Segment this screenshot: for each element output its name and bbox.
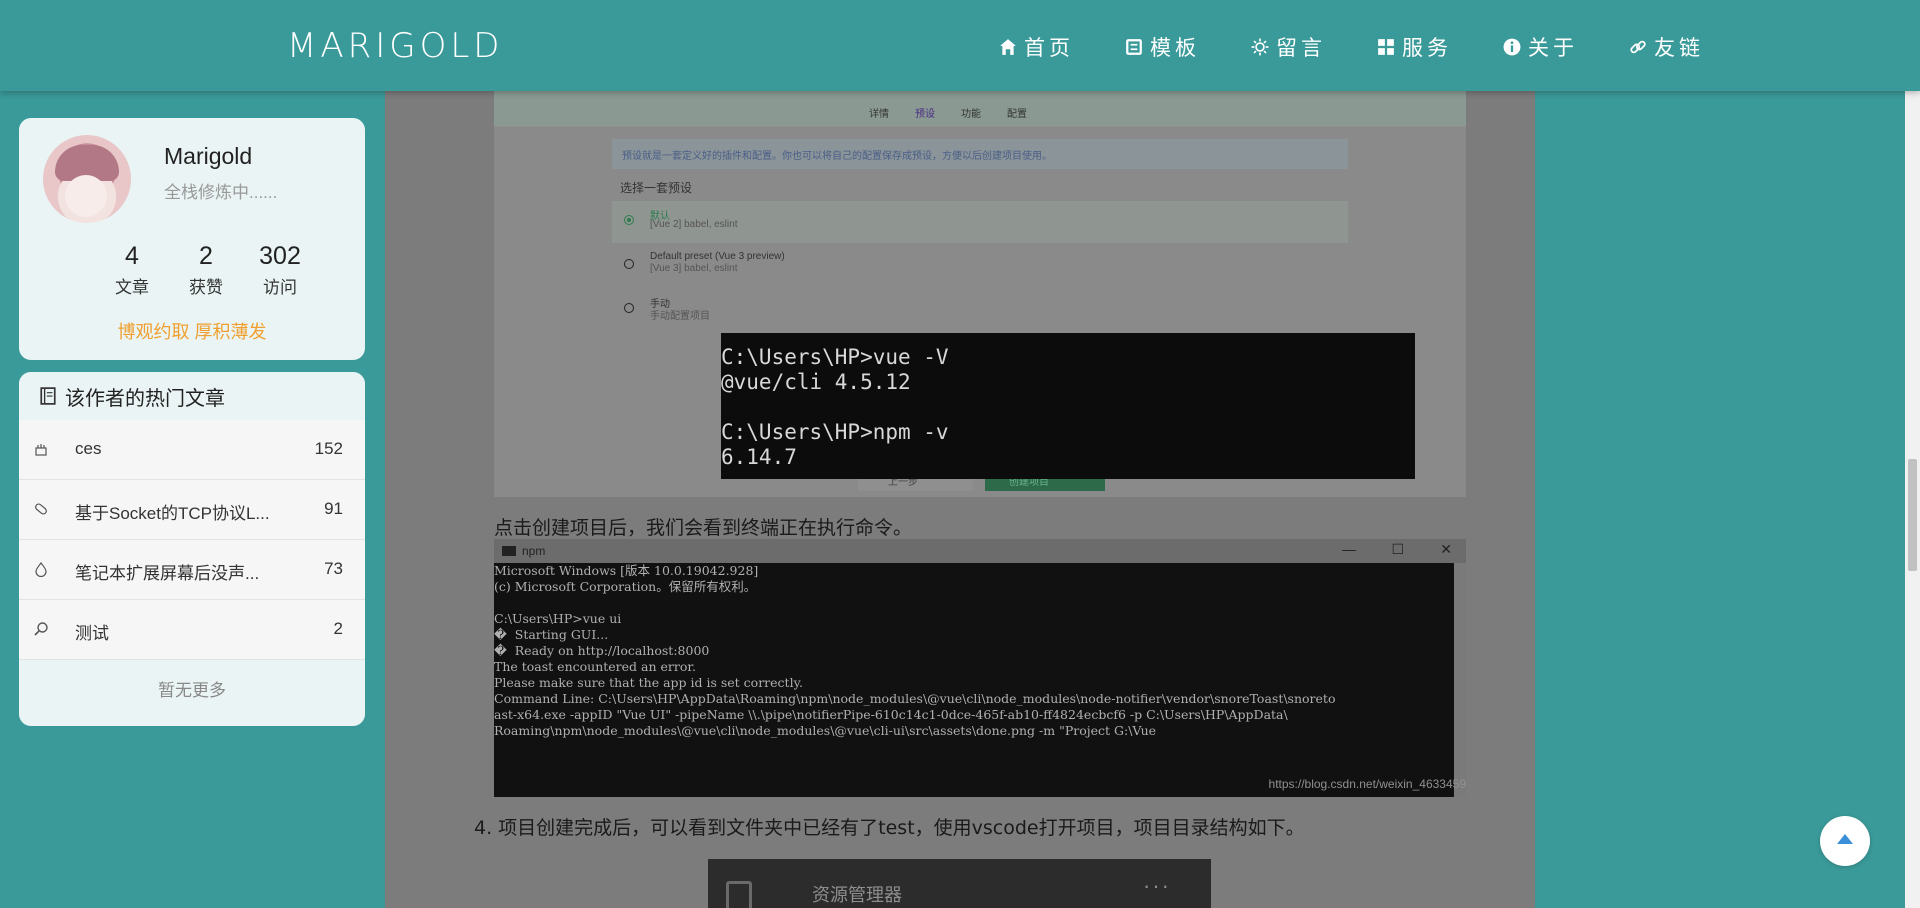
grid-icon <box>1376 37 1396 57</box>
hot-article-count: 91 <box>324 499 343 518</box>
book-icon <box>39 387 57 405</box>
vue-ui-screenshot: 详情 预设 功能 配置 预设就是一套定义好的插件和配置。你也可以将自己的配置保存… <box>494 91 1466 497</box>
no-more-label: 暂无更多 <box>19 660 365 716</box>
nav-template-label: 模板 <box>1150 37 1200 60</box>
option-sub: [Vue 2] babel, eslint <box>650 219 738 230</box>
screenshot-topbar: 详情 预设 功能 配置 <box>494 91 1466 127</box>
nav-about-label: 关于 <box>1528 37 1578 60</box>
files-icon <box>726 881 752 908</box>
more-icon: ··· <box>1143 873 1171 898</box>
screenshot-option: 默认 [Vue 2] babel, eslint <box>612 201 1348 243</box>
article-paragraph: 点击创建项目后，我们会看到终端正在执行命令。 <box>494 517 913 539</box>
back-to-top-button[interactable] <box>1820 816 1870 866</box>
hot-article-title: 笔记本扩展屏幕后没声... <box>75 564 260 583</box>
hot-article-title: 测试 <box>75 624 109 643</box>
npm-terminal-output: Microsoft Windows [版本 10.0.19042.928] (c… <box>494 563 1336 738</box>
info-icon <box>1502 37 1522 57</box>
sun-icon <box>1250 37 1270 57</box>
search-icon <box>33 621 49 637</box>
site-logo[interactable]: MARIGOLD <box>287 26 503 66</box>
hot-articles-header: 该作者的热门文章 <box>19 372 365 420</box>
nav-template[interactable]: 模板 <box>1124 32 1200 62</box>
nav-links[interactable]: 友链 <box>1628 32 1704 62</box>
option-sub: [Vue 3] babel, eslint <box>650 263 738 274</box>
stat-articles: 4 文章 <box>95 242 169 298</box>
nav-home-label: 首页 <box>1024 37 1074 60</box>
screenshot-option: Default preset (Vue 3 preview) [Vue 3] b… <box>612 245 1348 287</box>
pill-icon <box>33 501 49 517</box>
main-nav: 首页 模板 留言 服务 关于 友链 <box>998 32 1754 62</box>
chevron-up-icon <box>1836 832 1854 850</box>
screenshot-option: 手动 手动配置项目 <box>612 289 1348 331</box>
nav-service-label: 服务 <box>1402 37 1452 60</box>
option-sub: 手动配置项目 <box>650 311 710 322</box>
hot-article-count: 2 <box>333 619 343 638</box>
cake-icon <box>33 441 49 457</box>
template-icon <box>1124 37 1144 57</box>
avatar[interactable] <box>43 135 131 223</box>
stat-likes: 2 获赞 <box>169 242 243 298</box>
screenshot-tab-config: 配置 <box>1007 109 1027 120</box>
nav-service[interactable]: 服务 <box>1376 32 1452 62</box>
profile-desc: 全栈修炼中...... <box>164 183 278 202</box>
screenshot-tab-presets: 预设 <box>915 109 935 120</box>
hot-article-item[interactable]: ces 152 <box>19 420 365 480</box>
hot-article-item[interactable]: 测试 2 <box>19 600 365 660</box>
screenshot-tab-features: 功能 <box>961 109 981 120</box>
stat-label: 访问 <box>263 278 297 297</box>
maximize-icon: ☐ <box>1391 541 1404 557</box>
avatar-face <box>65 175 107 217</box>
hot-article-item[interactable]: 基于Socket的TCP协议L... 91 <box>19 480 365 540</box>
stat-visits: 302 访问 <box>243 242 317 298</box>
nav-message[interactable]: 留言 <box>1250 32 1326 62</box>
hot-article-title: 基于Socket的TCP协议L... <box>75 504 270 523</box>
profile-name[interactable]: Marigold <box>164 143 252 170</box>
screenshot-select-title: 选择一套预设 <box>620 181 693 195</box>
hot-article-count: 152 <box>314 439 343 458</box>
hot-articles-card: 该作者的热门文章 ces 152 基于Socket的TCP协议L... 91 笔… <box>19 372 365 726</box>
profile-card: Marigold 全栈修炼中...... 4 文章 2 获赞 302 访问 博观… <box>19 118 365 360</box>
link-icon <box>1628 37 1648 57</box>
npm-window-title: npm <box>522 544 546 558</box>
radio-icon <box>624 215 634 225</box>
drop-icon <box>33 561 49 578</box>
close-icon: ✕ <box>1440 541 1452 557</box>
vue-version-terminal: C:\Users\HP>vue -V @vue/cli 4.5.12 C:\Us… <box>721 333 1415 479</box>
explorer-label: 资源管理器 <box>812 885 902 905</box>
home-icon <box>998 37 1018 57</box>
vscode-explorer-screenshot: 资源管理器 ··· <box>708 859 1211 908</box>
radio-icon <box>624 303 634 313</box>
npm-terminal-screenshot: npm — ☐ ✕ Microsoft Windows [版本 10.0.190… <box>494 539 1466 797</box>
screenshot-tabs: 详情 预设 功能 配置 <box>869 105 1027 120</box>
article-content: 详情 预设 功能 配置 预设就是一套定义好的插件和配置。你也可以将自己的配置保存… <box>385 91 1535 908</box>
screenshot-tab-details: 详情 <box>869 109 889 120</box>
nav-about[interactable]: 关于 <box>1502 32 1578 62</box>
page-scrollbar[interactable] <box>1905 91 1920 908</box>
hot-articles-title: 该作者的热门文章 <box>65 387 225 410</box>
image-watermark: https://blog.csdn.net/weixin_4633459 <box>1268 777 1466 791</box>
hot-article-title: ces <box>75 439 102 458</box>
stat-number: 2 <box>199 242 213 270</box>
profile-motto: 博观约取 厚积薄发 <box>117 322 267 342</box>
nav-home[interactable]: 首页 <box>998 32 1074 62</box>
npm-scrollbar <box>1454 563 1466 797</box>
nav-message-label: 留言 <box>1276 37 1326 60</box>
hot-article-count: 73 <box>324 559 343 578</box>
minimize-icon: — <box>1342 541 1356 557</box>
top-header: MARIGOLD 首页 模板 留言 服务 关于 友链 <box>0 0 1920 91</box>
radio-icon <box>624 259 634 269</box>
stat-number: 4 <box>125 242 139 270</box>
nav-links-label: 友链 <box>1654 37 1704 60</box>
screenshot-info-bar: 预设就是一套定义好的插件和配置。你也可以将自己的配置保存成预设，方便以后创建项目… <box>612 139 1348 169</box>
terminal-icon <box>502 546 516 556</box>
npm-window-titlebar: npm — ☐ ✕ <box>494 539 1466 563</box>
stat-number: 302 <box>259 242 301 270</box>
stat-label: 文章 <box>115 278 149 297</box>
article-list-item: 4. 项目创建完成后，可以看到文件夹中已经有了test，使用vscode打开项目… <box>474 817 1305 839</box>
scrollbar-thumb[interactable] <box>1908 459 1917 571</box>
option-title: Default preset (Vue 3 preview) <box>650 251 785 262</box>
stat-label: 获赞 <box>189 278 223 297</box>
hot-article-item[interactable]: 笔记本扩展屏幕后没声... 73 <box>19 540 365 600</box>
